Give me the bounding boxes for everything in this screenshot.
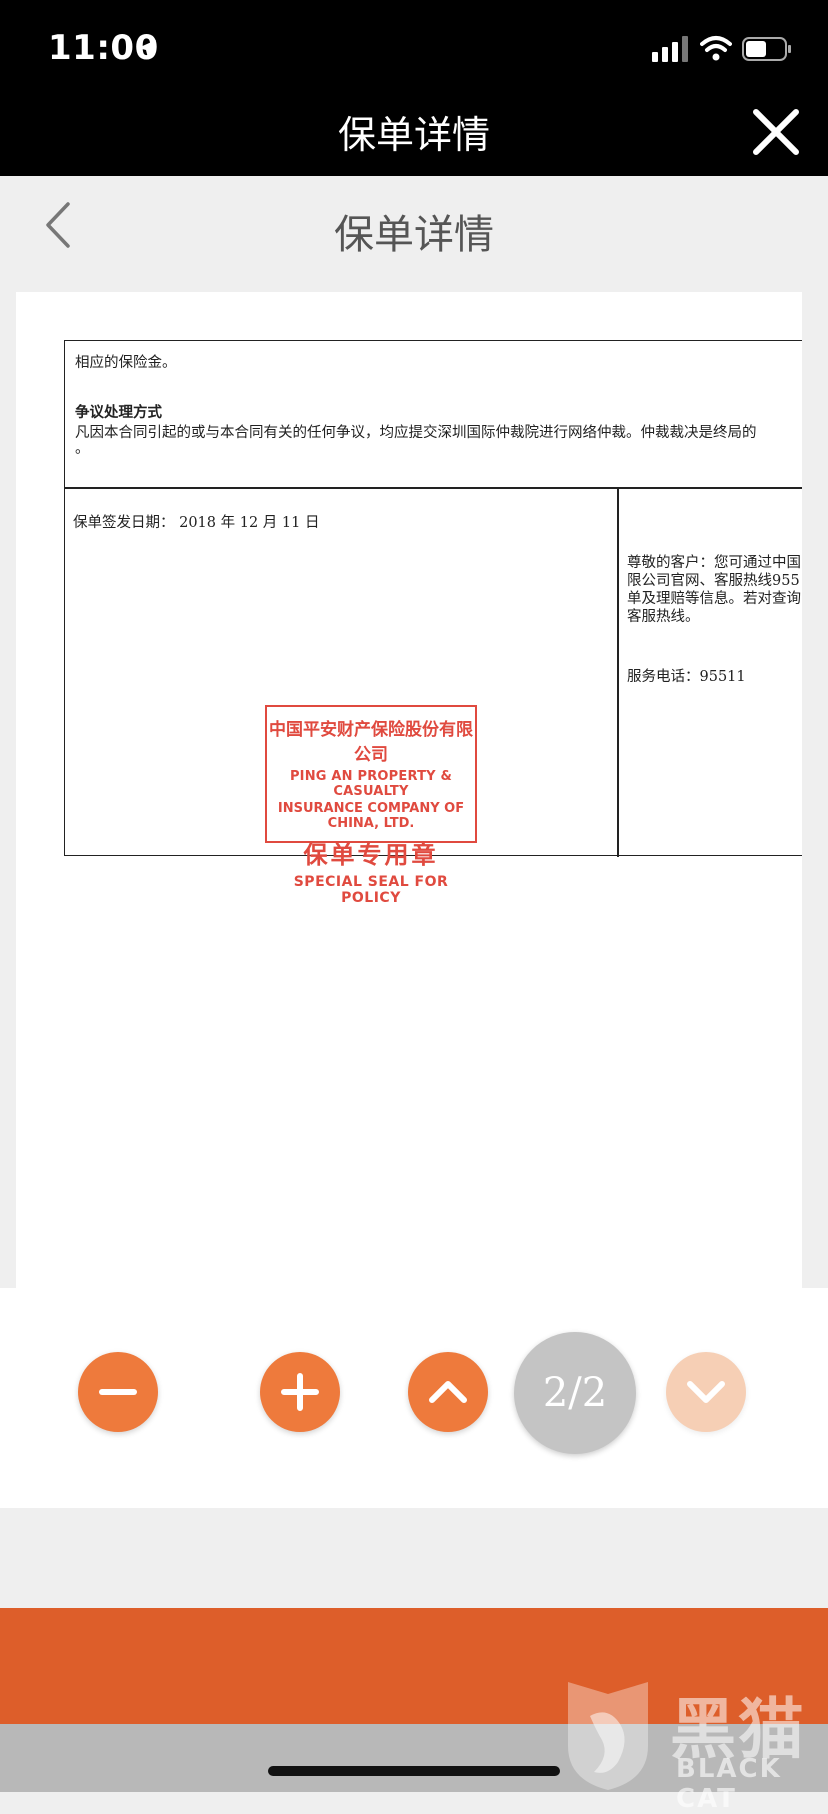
page-header: 保单详情 — [0, 176, 828, 292]
battery-icon — [742, 37, 791, 61]
cellular-signal-icon — [652, 36, 688, 62]
nav-title: 保单详情 — [337, 113, 490, 157]
column-divider — [617, 487, 619, 857]
spacer — [0, 1508, 828, 1608]
service-phone: 服务电话：95511 — [627, 669, 746, 685]
page-indicator: 2/2 — [514, 1332, 636, 1454]
seal-company-cn: 中国平安财产保险股份有限公司 — [269, 720, 473, 765]
status-and-nav-bar: 11:00 保单详情 — [0, 0, 828, 176]
close-icon[interactable] — [750, 106, 802, 158]
divider — [65, 487, 802, 489]
black-cat-logo-icon — [568, 1682, 648, 1790]
chevron-up-icon — [429, 1381, 467, 1403]
next-page-button[interactable] — [666, 1352, 746, 1432]
home-indicator[interactable] — [268, 1766, 560, 1776]
plus-icon — [281, 1373, 319, 1411]
doc-line: 相应的保险金。 — [75, 355, 177, 371]
wifi-icon — [700, 36, 732, 61]
viewer-controls: 2/2 — [0, 1288, 828, 1508]
page-title: 保单详情 — [334, 212, 494, 258]
policy-seal-stamp: 中国平安财产保险股份有限公司 PING AN PROPERTY & CASUAL… — [265, 705, 477, 906]
zoom-in-button[interactable] — [260, 1352, 340, 1432]
chevron-down-icon — [687, 1381, 725, 1403]
section-heading: 争议处理方式 — [75, 405, 162, 421]
seal-title-en: SPECIAL SEAL FOR POLICY — [293, 874, 449, 906]
seal-title-cn: 保单专用章 — [303, 841, 439, 869]
zoom-out-button[interactable] — [78, 1352, 158, 1432]
location-arrow-icon — [138, 40, 156, 58]
seal-company-en1: PING AN PROPERTY & CASUALTY — [289, 769, 453, 799]
issue-date: 保单签发日期： 2018 年 12 月 11 日 — [73, 515, 320, 531]
previous-page-button[interactable] — [408, 1352, 488, 1432]
dispute-text: 凡因本合同引起的或与本合同有关的任何争议，均应提交深圳国际仲裁院进行网络仲裁。仲… — [75, 425, 757, 441]
watermark-text-en: BLACK CAT — [676, 1754, 782, 1814]
notice-line: 客服热线。 — [627, 609, 700, 625]
policy-document-viewer[interactable]: 相应的保险金。 争议处理方式 凡因本合同引起的或与本合同有关的任何争议，均应提交… — [16, 292, 802, 1292]
seal-company-en2: INSURANCE COMPANY OF CHINA, LTD. — [277, 801, 465, 831]
dispute-tail: 。 — [75, 441, 90, 457]
minus-icon — [99, 1389, 137, 1395]
document-table: 相应的保险金。 争议处理方式 凡因本合同引起的或与本合同有关的任何争议，均应提交… — [64, 340, 802, 906]
